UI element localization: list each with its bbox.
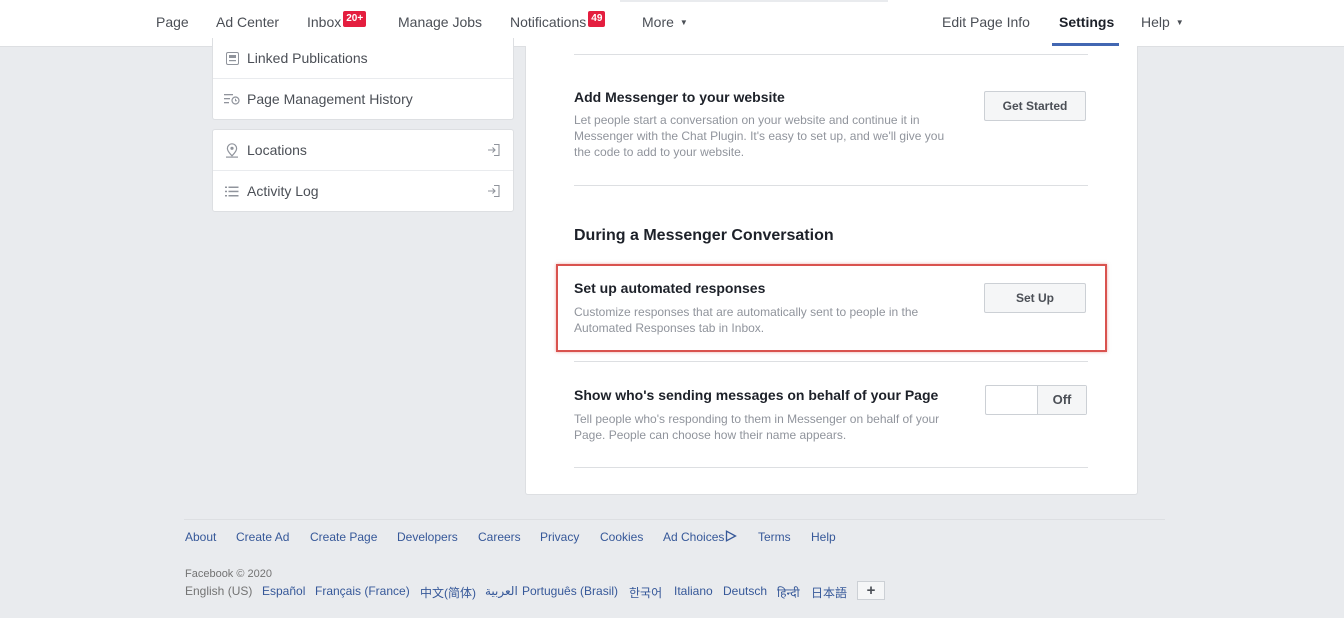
footer-link-about[interactable]: About xyxy=(185,530,216,544)
open-link-icon[interactable] xyxy=(487,130,501,170)
sidebar-item-label: Linked Publications xyxy=(247,50,368,66)
language-link[interactable]: Français (France) xyxy=(315,584,410,598)
sender-description: Tell people who's responding to them in … xyxy=(574,412,940,442)
footer-link-privacy[interactable]: Privacy xyxy=(540,530,579,544)
nav-settings-label: Settings xyxy=(1059,14,1115,30)
footer-divider xyxy=(184,519,1165,520)
ad-choices-label: Ad Choices xyxy=(663,530,725,544)
sidebar-item-label: Page Management History xyxy=(247,91,413,107)
messenger-settings-panel: Add Messenger to your website Let people… xyxy=(525,46,1138,495)
top-navigation-bar: Page Ad Center Inbox 20+ Manage Jobs Noti… xyxy=(0,0,1344,47)
set-up-button[interactable]: Set Up xyxy=(984,283,1086,313)
caret-down-icon: ▼ xyxy=(679,18,688,27)
footer-link-developers[interactable]: Developers xyxy=(397,530,458,544)
open-link-icon[interactable] xyxy=(487,171,501,211)
divider xyxy=(574,467,1088,468)
section-heading: During a Messenger Conversation xyxy=(574,227,834,244)
inbox-badge: 20+ xyxy=(343,11,367,27)
get-started-button[interactable]: Get Started xyxy=(984,91,1086,121)
nav-page-label: Page xyxy=(156,14,189,30)
language-link[interactable]: 日本語 xyxy=(811,584,847,601)
language-link[interactable]: Italiano xyxy=(674,584,713,598)
divider xyxy=(574,54,1088,55)
footer-link-careers[interactable]: Careers xyxy=(478,530,521,544)
sidebar-item-linked-publications[interactable]: Linked Publications xyxy=(213,38,513,78)
nav-manage-jobs-label: Manage Jobs xyxy=(398,14,483,30)
toggle-off-label: Off xyxy=(1037,386,1086,414)
footer-link-cookies[interactable]: Cookies xyxy=(600,530,643,544)
nav-more-label: More xyxy=(642,14,674,30)
list-icon xyxy=(224,171,240,211)
sidebar-item-locations[interactable]: Locations xyxy=(213,130,513,170)
current-language: English (US) xyxy=(185,584,253,598)
sidebar-item-label: Locations xyxy=(247,142,307,158)
nav-help[interactable]: Help ▼ xyxy=(1141,0,1184,44)
publication-icon xyxy=(224,38,240,78)
sender-toggle[interactable]: Off xyxy=(985,385,1087,415)
footer-link-create-page[interactable]: Create Page xyxy=(310,530,377,544)
nav-settings[interactable]: Settings xyxy=(1059,0,1114,44)
footer-link-help[interactable]: Help xyxy=(811,530,836,544)
nav-edit-page-info-label: Edit Page Info xyxy=(942,14,1030,30)
language-link[interactable]: 中文(简体) xyxy=(420,584,476,601)
add-messenger-description: Let people start a conversation on your … xyxy=(574,113,945,159)
footer-link-ad-choices[interactable]: Ad Choices xyxy=(663,530,738,544)
language-link[interactable]: 한국어 xyxy=(629,584,662,601)
footer-link-terms[interactable]: Terms xyxy=(758,530,791,544)
sidebar-item-label: Activity Log xyxy=(247,183,319,199)
nav-page[interactable]: Page xyxy=(156,0,189,44)
nav-ad-center-label: Ad Center xyxy=(216,14,280,30)
nav-edit-page-info[interactable]: Edit Page Info xyxy=(942,0,1030,44)
nav-more[interactable]: More ▼ xyxy=(642,0,688,44)
ad-choices-icon xyxy=(726,530,738,542)
language-link[interactable]: العربية xyxy=(485,584,518,598)
footer-link-create-ad[interactable]: Create Ad xyxy=(236,530,289,544)
notifications-badge: 49 xyxy=(588,11,606,27)
sidebar-item-activity-log[interactable]: Activity Log xyxy=(213,170,513,211)
copyright-text: Facebook © 2020 xyxy=(185,568,272,580)
language-link[interactable]: हिन्दी xyxy=(777,584,800,601)
sidebar-group-2: Locations Activity Log xyxy=(212,129,514,212)
nav-notifications[interactable]: Notifications 49 xyxy=(510,0,606,44)
automated-responses-description: Customize responses that are automatical… xyxy=(574,305,919,335)
automated-responses-title: Set up automated responses xyxy=(574,280,766,296)
language-link[interactable]: Español xyxy=(262,584,305,598)
nav-notifications-label: Notifications xyxy=(510,14,587,30)
history-icon xyxy=(224,79,240,119)
more-languages-button[interactable]: + xyxy=(857,581,885,600)
sidebar-group-1: Linked Publications Page Management Hist… xyxy=(212,38,514,120)
add-messenger-title: Add Messenger to your website xyxy=(574,89,785,105)
sidebar-item-page-management-history[interactable]: Page Management History xyxy=(213,78,513,119)
location-pin-icon xyxy=(224,130,240,170)
language-link[interactable]: Português (Brasil) xyxy=(522,584,618,598)
language-link[interactable]: Deutsch xyxy=(723,584,767,598)
nav-inbox-label: Inbox xyxy=(307,14,342,30)
sender-title: Show who's sending messages on behalf of… xyxy=(574,387,939,403)
nav-help-label: Help xyxy=(1141,14,1170,30)
divider xyxy=(574,185,1088,186)
caret-down-icon: ▼ xyxy=(1175,18,1184,27)
divider xyxy=(574,361,1088,362)
